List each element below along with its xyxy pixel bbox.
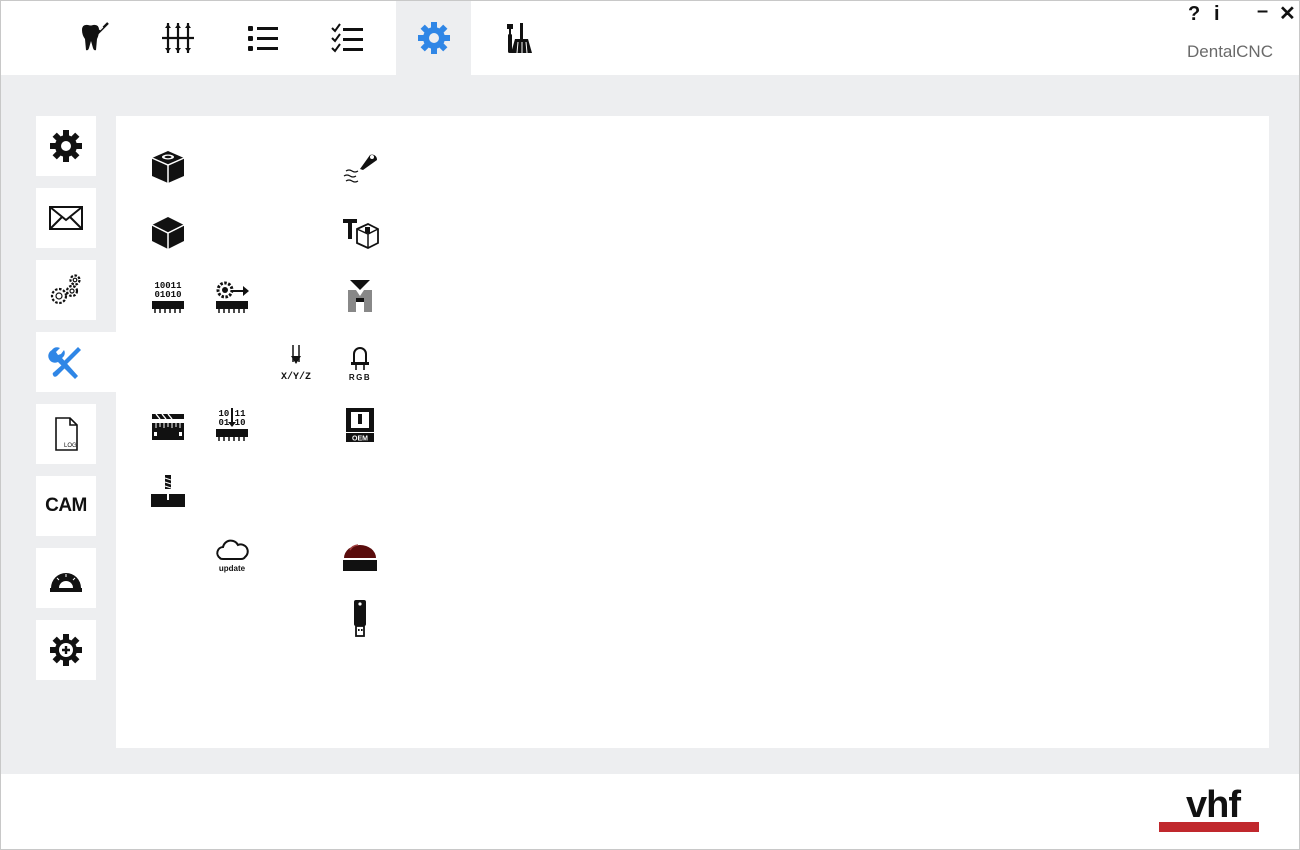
sidebar-item-tools[interactable] (36, 332, 116, 392)
close-button[interactable]: ✕ (1279, 4, 1296, 24)
app-title: DentalCNC (1187, 42, 1273, 61)
log-file-icon: LOG (55, 417, 78, 451)
tool-emergency-stop[interactable] (334, 530, 386, 582)
sidebar-item-cam[interactable]: CAM (36, 476, 96, 536)
rgb-text: RGB (349, 373, 371, 382)
usb-stick-icon (354, 600, 366, 637)
tool-axis-reference[interactable]: X/Y/Z (270, 336, 322, 388)
tool-box-icon (343, 219, 379, 249)
oem-icon: OEM (346, 408, 374, 443)
tool-firmware-import[interactable]: 10 11 01 10 (206, 398, 258, 450)
emergency-button-icon (343, 544, 377, 571)
led-rgb-icon: RGB (349, 347, 371, 382)
sidebar-item-calibration[interactable] (36, 548, 96, 608)
log-text: LOG (64, 443, 77, 449)
tools-broom-icon (507, 23, 532, 54)
sidebar-item-machine-settings[interactable] (36, 260, 96, 320)
xyz-text: X/Y/Z (281, 371, 311, 383)
ruler-icon (152, 413, 184, 440)
tool-blank[interactable] (142, 207, 194, 259)
tool-usb-backup[interactable] (334, 592, 386, 644)
vhf-logo: vhf (1186, 784, 1241, 826)
gear-icon (50, 130, 82, 162)
tool-material-database[interactable] (142, 141, 194, 193)
minimize-button[interactable]: – (1257, 1, 1268, 21)
sliders-icon (162, 23, 194, 53)
footer (1, 774, 1299, 849)
update-text: update (219, 564, 246, 573)
tool-firmware[interactable]: 10011 01010 (142, 270, 194, 322)
binary-text-2: 01010 (154, 290, 181, 300)
cloud-update-icon: update (216, 539, 249, 573)
tool-online-update[interactable]: update (206, 530, 258, 582)
protractor-icon (50, 573, 82, 592)
tab-checklist[interactable] (312, 1, 384, 75)
list-icon (248, 26, 278, 51)
sidebar-item-log[interactable]: LOG (36, 404, 96, 464)
gear-plus-icon (50, 634, 82, 666)
tool-tool-change[interactable] (334, 207, 386, 259)
multi-gear-icon (50, 274, 81, 305)
tab-settings[interactable] (396, 1, 471, 75)
gear-icon (417, 22, 450, 54)
sidebar-item-extensions[interactable] (36, 620, 96, 680)
clamp-icon (348, 280, 372, 312)
oem-text: OEM (352, 436, 368, 443)
checklist-icon (331, 23, 363, 53)
tab-maintenance[interactable] (483, 1, 555, 75)
help-button[interactable]: ? (1188, 4, 1200, 24)
tab-tooth-tool[interactable] (58, 1, 130, 75)
cube-icon (151, 217, 185, 249)
tool-rgb-led[interactable]: RGB (334, 336, 386, 388)
top-toolbar: ? i – ✕ DentalCNC (1, 1, 1299, 75)
sidebar-item-messages[interactable] (36, 188, 96, 248)
tab-list[interactable] (227, 1, 299, 75)
chip-export-icon (216, 281, 249, 313)
xyz-axis-icon: X/Y/Z (281, 345, 311, 383)
mill-tool-icon (151, 475, 185, 507)
tooth-tool-icon (82, 22, 109, 51)
tool-milling-depth[interactable] (142, 466, 194, 518)
tab-sliders[interactable] (142, 1, 214, 75)
tool-measurement-selected[interactable] (140, 398, 196, 454)
tool-firmware-export[interactable] (206, 270, 258, 322)
spindle-vibration-icon (343, 154, 378, 183)
chip-binary-icon: 10011 01010 (152, 281, 184, 313)
info-button[interactable]: i (1214, 4, 1220, 24)
cam-label: CAM (45, 495, 87, 516)
envelope-icon (49, 206, 83, 230)
tools-panel (116, 116, 1269, 748)
cube-database-icon (151, 151, 185, 183)
tool-oem-settings[interactable]: OEM (334, 398, 386, 450)
sidebar-item-general-settings[interactable] (36, 116, 96, 176)
tool-spindle-sound[interactable] (334, 141, 386, 193)
chip-import-icon: 10 11 01 10 (216, 408, 248, 441)
tool-clamping[interactable] (334, 270, 386, 322)
wrench-screwdriver-icon (48, 347, 81, 379)
